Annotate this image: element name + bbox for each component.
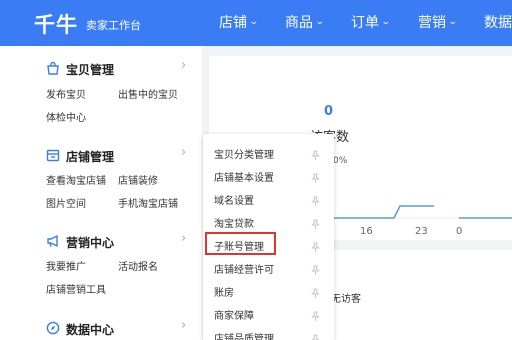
nav-products[interactable]: 商品 ⌄ [285, 12, 325, 32]
nav-products-label: 商品 [285, 15, 313, 31]
sidebar-link[interactable]: 图片空间 [46, 195, 86, 210]
visitor-pct: 0% [333, 156, 348, 166]
workbench-subtitle: 卖家工作台 [86, 19, 141, 32]
pin-icon[interactable] [311, 307, 320, 321]
menu-item[interactable]: 淘宝贷款 [214, 215, 254, 230]
store-icon [46, 147, 60, 162]
sidebar-link[interactable]: 店铺营销工具 [46, 281, 106, 296]
nav-data-label: 数据 [484, 15, 512, 31]
pin-icon[interactable] [311, 330, 320, 340]
nav-data[interactable]: 数据 [484, 12, 512, 32]
menu-item[interactable]: 账房 [214, 284, 234, 299]
nav-orders-label: 订单 [351, 15, 379, 31]
chevron-right-icon: › [181, 58, 187, 73]
menu-item[interactable]: 商家保障 [214, 307, 254, 322]
chevron-down-icon: ⌄ [248, 17, 259, 27]
sidebar-link[interactable]: 体检中心 [46, 109, 86, 124]
logo[interactable]: 千牛 [34, 9, 78, 39]
axis-tick: 16 [360, 226, 373, 237]
pin-icon[interactable] [311, 261, 320, 275]
menu-item[interactable]: 店铺经营许可 [214, 261, 274, 276]
nav-orders[interactable]: 订单 ⌄ [351, 12, 391, 32]
sidebar-link[interactable]: 出售中的宝贝 [118, 86, 178, 101]
sidebar-link[interactable]: 活动报名 [118, 258, 158, 273]
sidebar-link[interactable]: 查看淘宝店铺 [46, 172, 106, 187]
bag-icon [46, 60, 60, 75]
highlight-box [205, 232, 276, 255]
chevron-right-icon: › [181, 231, 187, 246]
sidebar-link[interactable]: 店铺装修 [118, 172, 158, 187]
menu-item[interactable]: 店铺基本设置 [214, 169, 274, 184]
chevron-down-icon: ⌄ [314, 17, 325, 27]
sidebar-group-title: 店铺管理 [66, 149, 115, 164]
menu-item[interactable]: 域名设置 [214, 192, 254, 207]
pin-icon[interactable] [311, 215, 320, 229]
nav-marketing[interactable]: 营销 ⌄ [418, 12, 458, 32]
sidebar-link[interactable]: 发布宝贝 [46, 86, 86, 101]
pin-icon[interactable] [311, 238, 320, 252]
pin-icon[interactable] [311, 284, 320, 298]
sidebar: 宝贝管理 › 发布宝贝 出售中的宝贝 体检中心 店铺管理 › 查看淘宝店铺 店铺… [0, 46, 202, 340]
sidebar-link[interactable]: 手机淘宝店铺 [118, 195, 178, 210]
pin-icon[interactable] [311, 146, 320, 160]
sidebar-group-title: 营销中心 [66, 235, 115, 250]
nav-store[interactable]: 店铺 ⌄ [219, 12, 259, 32]
trend-chart [334, 205, 512, 219]
sidebar-link[interactable]: 我要推广 [46, 258, 86, 273]
menu-item[interactable]: 店铺品质管理 [214, 330, 274, 340]
sidebar-group-title: 宝贝管理 [66, 62, 115, 77]
chevron-right-icon: › [181, 318, 187, 333]
axis-tick: 23 [415, 226, 428, 237]
pin-icon[interactable] [311, 192, 320, 206]
compass-icon [46, 320, 60, 335]
chevron-down-icon: ⌄ [447, 17, 458, 27]
chevron-right-icon: › [181, 145, 187, 160]
nav-store-label: 店铺 [219, 15, 247, 31]
visitor-count: 0 [324, 104, 334, 119]
menu-item[interactable]: 宝贝分类管理 [214, 146, 274, 161]
sidebar-group-title: 数据中心 [66, 322, 115, 337]
nav-marketing-label: 营销 [418, 15, 446, 31]
pin-icon[interactable] [311, 169, 320, 183]
megaphone-icon [46, 233, 60, 247]
axis-tick: 0 [456, 226, 463, 237]
top-bar: 千牛 卖家工作台 店铺 ⌄ 商品 ⌄ 订单 ⌄ 营销 ⌄ 数据 [0, 0, 512, 46]
chevron-down-icon: ⌄ [380, 17, 391, 27]
